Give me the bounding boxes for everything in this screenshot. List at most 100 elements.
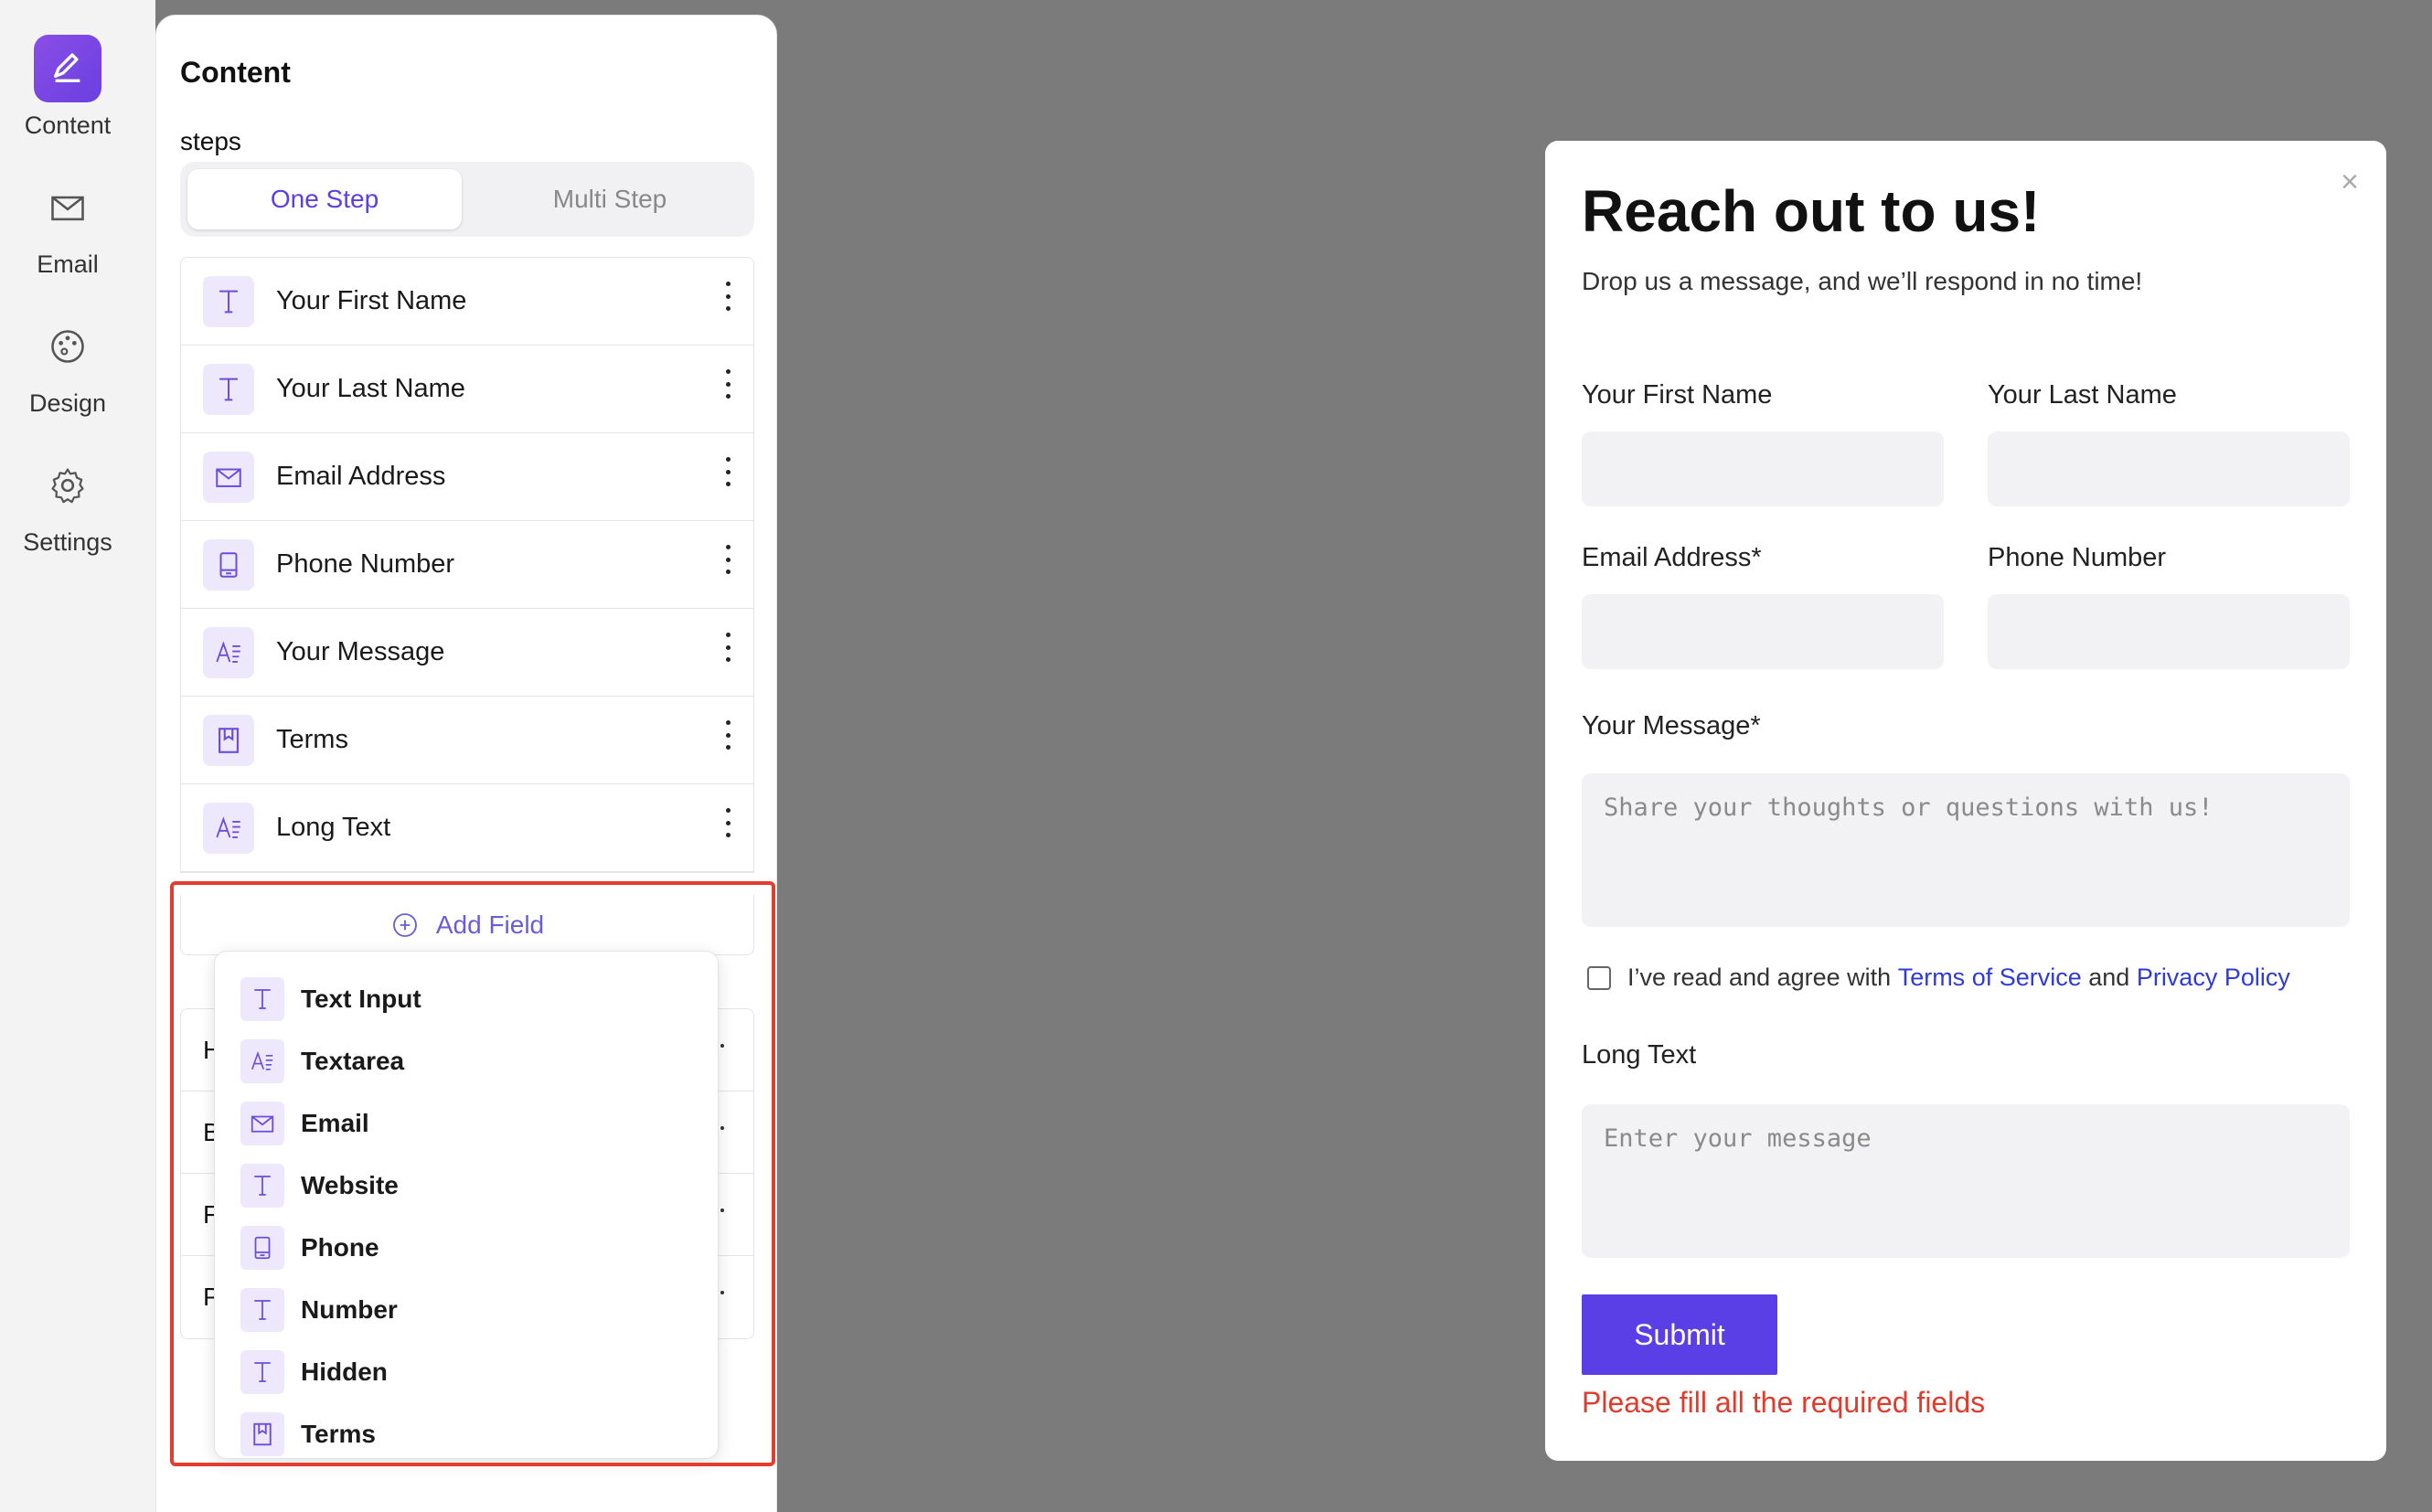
more-options-icon[interactable] (722, 366, 733, 402)
more-options-icon[interactable] (722, 804, 733, 841)
terms-row: I’ve read and agree with Terms of Servic… (1587, 964, 2290, 992)
form-subtitle: Drop us a message, and we’ll respond in … (1582, 267, 2143, 295)
add-field-button[interactable]: Add Field (180, 895, 754, 955)
last-name-input[interactable] (1988, 431, 2350, 506)
palette-icon (34, 313, 101, 380)
dropdown-item-number[interactable]: Number (215, 1279, 718, 1341)
more-options-icon[interactable] (722, 453, 733, 490)
message-label: Your Message* (1582, 711, 1761, 740)
textarea-icon (240, 1039, 284, 1083)
textarea-icon (203, 626, 254, 678)
mail-icon (34, 174, 101, 241)
text-icon (203, 275, 254, 327)
terms-text: I’ve read and agree with (1627, 964, 1898, 991)
more-options-icon[interactable] (722, 717, 733, 753)
phone-input[interactable] (1988, 594, 2350, 669)
field-list: Your First Name Your Last Name Email Add… (180, 257, 754, 873)
dropdown-item-label: Website (301, 1171, 399, 1199)
field-label: Your Message (276, 637, 445, 666)
dropdown-item-label: Phone (301, 1233, 379, 1262)
steps-toggle: One Step Multi Step (180, 162, 754, 237)
rail-item-email[interactable]: Email (0, 174, 135, 279)
email-label: Email Address* (1582, 543, 1762, 572)
terms-checkbox[interactable] (1587, 965, 1611, 990)
field-row[interactable]: Your Last Name (181, 346, 753, 433)
add-field-label: Add Field (435, 910, 545, 939)
submit-button[interactable]: Submit (1582, 1294, 1777, 1375)
phone-icon (203, 538, 254, 591)
text-icon (240, 1350, 284, 1394)
error-message: Please fill all the required fields (1582, 1386, 1986, 1419)
dropdown-item-phone[interactable]: Phone (215, 1217, 718, 1279)
more-options-icon[interactable] (722, 278, 733, 314)
steps-label: steps (180, 127, 241, 155)
text-icon (203, 363, 254, 415)
rail-item-settings[interactable]: Settings (0, 452, 135, 557)
bookmark-icon (240, 1412, 284, 1456)
more-options-icon[interactable] (722, 629, 733, 665)
terms-of-service-link[interactable]: Terms of Service (1898, 964, 2082, 992)
first-name-label: Your First Name (1582, 380, 1773, 410)
field-row[interactable]: Terms (181, 697, 753, 784)
dropdown-item-label: Number (301, 1295, 398, 1324)
dropdown-item-hidden[interactable]: Hidden (215, 1341, 718, 1403)
field-row[interactable]: Your First Name (181, 258, 753, 346)
field-row[interactable]: Phone Number (181, 521, 753, 609)
last-name-label: Your Last Name (1988, 380, 2177, 410)
dropdown-item-website[interactable]: Website (215, 1155, 718, 1217)
dropdown-item-label: Email (301, 1109, 369, 1137)
long-text-placeholder: Enter your message (1604, 1124, 1872, 1153)
mail-icon (240, 1102, 284, 1145)
panel-title: Content (180, 56, 291, 89)
field-label: Your First Name (276, 286, 467, 315)
field-label: Terms (276, 725, 348, 754)
add-field-dropdown: Text Input Textarea Email Website Phone … (214, 951, 719, 1459)
dropdown-item-email[interactable]: Email (215, 1092, 718, 1155)
tab-one-step[interactable]: One Step (187, 169, 462, 229)
textarea-icon (203, 802, 254, 854)
rail-item-content[interactable]: Content (0, 35, 135, 140)
field-label: Phone Number (276, 549, 455, 579)
left-rail: Content Email Design Settings (0, 0, 155, 1512)
rail-label: Design (28, 389, 107, 417)
message-placeholder: Share your thoughts or questions with us… (1604, 793, 2213, 822)
text-icon (240, 1288, 284, 1332)
field-label: Email Address (276, 462, 446, 491)
phone-label: Phone Number (1988, 543, 2167, 572)
dropdown-item-text-input[interactable]: Text Input (215, 968, 718, 1030)
rail-item-design[interactable]: Design (0, 313, 135, 418)
dropdown-item-label: Hidden (301, 1358, 388, 1386)
message-textarea[interactable]: Share your thoughts or questions with us… (1582, 773, 2350, 927)
dropdown-item-terms[interactable]: Terms (215, 1403, 718, 1465)
text-icon (240, 1164, 284, 1208)
rail-label: Content (24, 112, 112, 139)
text-icon (240, 977, 284, 1021)
field-row[interactable]: Email Address (181, 433, 753, 521)
long-text-label: Long Text (1582, 1040, 1697, 1070)
gear-icon (34, 452, 101, 519)
dropdown-item-label: Text Input (301, 985, 421, 1013)
form-preview-card: × Reach out to us! Drop us a message, an… (1545, 141, 2386, 1461)
dropdown-item-textarea[interactable]: Textarea (215, 1030, 718, 1092)
phone-icon (240, 1226, 284, 1270)
bookmark-icon (203, 714, 254, 766)
pencil-icon (34, 35, 101, 102)
plus-circle-icon (392, 912, 417, 937)
rail-label: Settings (23, 528, 112, 556)
dropdown-item-label: Terms (301, 1420, 376, 1448)
privacy-policy-link[interactable]: Privacy Policy (2137, 964, 2290, 992)
terms-and-text: and (2081, 964, 2137, 991)
close-icon[interactable]: × (2341, 165, 2359, 200)
more-options-icon[interactable] (722, 541, 733, 578)
tab-multi-step[interactable]: Multi Step (473, 169, 747, 229)
first-name-input[interactable] (1582, 431, 1944, 506)
field-row[interactable]: Your Message (181, 609, 753, 697)
email-input[interactable] (1582, 594, 1944, 669)
long-text-textarea[interactable]: Enter your message (1582, 1104, 2350, 1258)
rail-label: Email (37, 250, 99, 278)
form-title: Reach out to us! (1582, 178, 2041, 244)
mail-icon (203, 451, 254, 503)
dropdown-item-label: Textarea (301, 1047, 405, 1075)
field-label: Your Last Name (276, 374, 465, 403)
field-row[interactable]: Long Text (181, 784, 753, 872)
